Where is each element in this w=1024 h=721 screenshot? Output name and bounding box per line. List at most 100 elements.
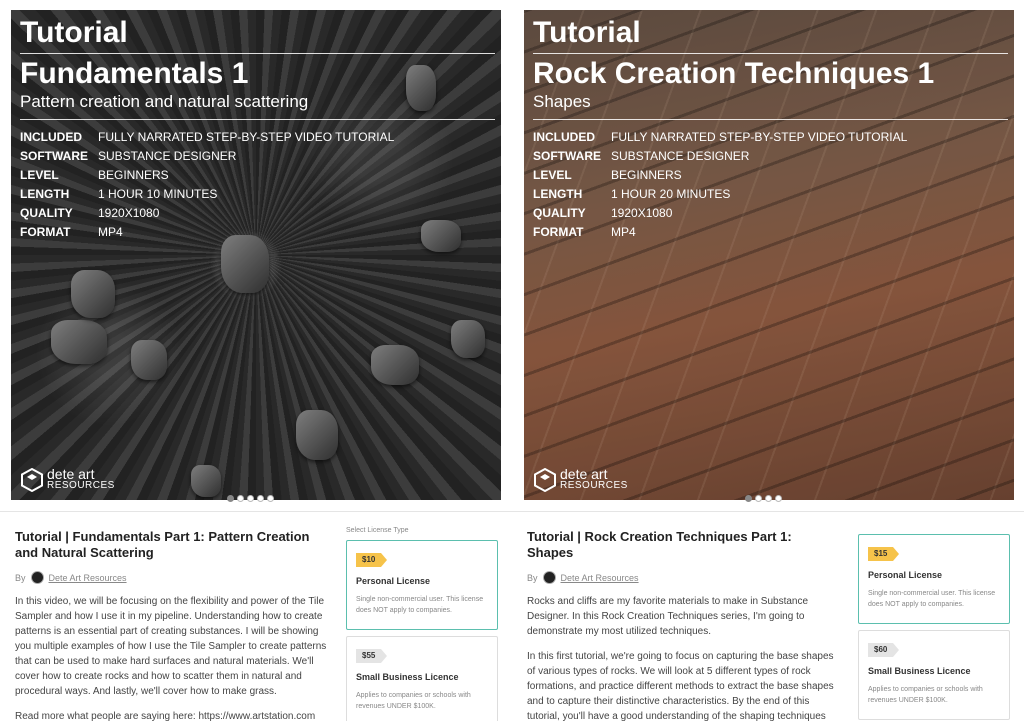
by-label: By [527,572,538,583]
spec-key: FORMAT [20,225,71,239]
spec-row-quality: QUALITY 1920X1080 [20,204,495,223]
license-option-small-business[interactable]: $60 Small Business Licence Applies to co… [858,630,1010,720]
spec-value: 1 HOUR 20 MINUTES [611,187,731,201]
carousel-dot[interactable] [267,495,274,502]
license-selector: $15 Personal License Single non-commerci… [858,534,1010,721]
logo-sub: RESOURCES [47,480,115,491]
license-desc: Applies to companies or schools with rev… [868,686,983,704]
spec-value: 1 HOUR 10 MINUTES [98,187,218,201]
spec-row-format: FORMAT MP4 [20,223,495,242]
product-fundamentals: Tutorial Fundamentals 1 Pattern creation… [0,0,512,721]
license-name: Personal License [356,576,431,586]
logo-sub: RESOURCES [560,480,628,491]
spec-value: FULLY NARRATED STEP-BY-STEP VIDEO TUTORI… [611,130,908,144]
hero-divider [533,53,1008,54]
spec-key: LEVEL [20,168,59,182]
hero-title: Rock Creation Techniques 1 [533,57,935,90]
description-paragraph: Rocks and cliffs are my favorite materia… [527,596,809,637]
description-paragraph: In this video, we will be focusing on th… [15,596,327,697]
license-selector: Select License Type $10 Personal License… [346,527,498,721]
hero-subtitle: Shapes [533,92,591,111]
hero-image-fundamentals[interactable]: Tutorial Fundamentals 1 Pattern creation… [11,10,501,500]
license-desc: Applies to companies or schools with rev… [356,692,471,710]
hero-image-rock-creation[interactable]: Tutorial Rock Creation Techniques 1 Shap… [524,10,1014,500]
carousel-dot[interactable] [765,495,772,502]
spec-key: QUALITY [20,206,73,220]
description-paragraph[interactable]: Read more what people are saying here: h… [15,709,327,721]
description-paragraph: In this first tutorial, we're going to f… [527,651,834,721]
spec-value: BEGINNERS [611,168,682,182]
spec-table: INCLUDED FULLY NARRATED STEP-BY-STEP VIDE… [533,128,1008,242]
spec-value: 1920X1080 [611,206,673,220]
hexagon-logo-icon [21,468,43,492]
spec-row-format: FORMAT MP4 [533,223,1008,242]
spec-row-software: SOFTWARE SUBSTANCE DESIGNER [533,147,1008,166]
price-tag: $55 [356,649,388,663]
product-rock-creation: Tutorial Rock Creation Techniques 1 Shap… [512,0,1024,721]
author-link[interactable]: Dete Art Resources [49,573,127,583]
hero-title: Fundamentals 1 [20,57,249,90]
brand-logo: dete art RESOURCES [21,466,115,492]
license-label: Select License Type [346,527,409,534]
spec-key: LEVEL [533,168,572,182]
spec-row-length: LENGTH 1 HOUR 10 MINUTES [20,185,495,204]
spec-key: FORMAT [533,225,584,239]
logo-name: dete art [560,466,608,482]
hero-tutorial-label: Tutorial [20,16,128,49]
carousel-dot[interactable] [227,495,234,502]
spec-row-quality: QUALITY 1920X1080 [533,204,1008,223]
license-name: Small Business Licence [868,666,971,676]
price-tag: $60 [868,643,900,657]
author-avatar[interactable] [30,571,44,584]
hero-content: Tutorial Fundamentals 1 Pattern creation… [20,16,495,242]
byline: By Dete Art Resources [527,571,839,584]
by-label: By [15,572,26,583]
carousel-dot[interactable] [755,495,762,502]
product-title[interactable]: Tutorial | Fundamentals Part 1: Pattern … [15,529,327,561]
product-info: Tutorial | Rock Creation Techniques Part… [527,529,839,721]
spec-key: INCLUDED [20,130,82,144]
logo-name: dete art [47,466,95,482]
product-title[interactable]: Tutorial | Rock Creation Techniques Part… [527,529,839,561]
spec-key: SOFTWARE [533,149,601,163]
product-description: In this video, we will be focusing on th… [15,594,327,721]
hero-subtitle: Pattern creation and natural scattering [20,92,309,111]
spec-value: SUBSTANCE DESIGNER [611,149,750,163]
section-divider [0,511,1024,512]
spec-row-length: LENGTH 1 HOUR 20 MINUTES [533,185,1008,204]
carousel-dot[interactable] [745,495,752,502]
spec-row-level: LEVEL BEGINNERS [20,166,495,185]
carousel-dots [745,495,782,502]
carousel-dot[interactable] [257,495,264,502]
license-option-personal[interactable]: $10 Personal License Single non-commerci… [346,540,498,630]
license-option-small-business[interactable]: $55 Small Business Licence Applies to co… [346,636,498,721]
author-link[interactable]: Dete Art Resources [561,573,639,583]
spec-value: 1920X1080 [98,206,160,220]
brand-logo: dete art RESOURCES [534,466,628,492]
price-tag: $10 [356,553,388,567]
carousel-dot[interactable] [247,495,254,502]
license-desc: Single non-commercial user. This license… [868,590,996,608]
spec-value: FULLY NARRATED STEP-BY-STEP VIDEO TUTORI… [98,130,395,144]
spec-key: LENGTH [533,187,583,201]
spec-key: INCLUDED [533,130,595,144]
license-option-personal[interactable]: $15 Personal License Single non-commerci… [858,534,1010,624]
hero-divider [20,53,495,54]
author-avatar[interactable] [542,571,556,584]
spec-value: SUBSTANCE DESIGNER [98,149,237,163]
spec-table: INCLUDED FULLY NARRATED STEP-BY-STEP VIDE… [20,128,495,242]
spec-key: LENGTH [20,187,70,201]
spec-row-level: LEVEL BEGINNERS [533,166,1008,185]
hexagon-logo-icon [534,468,556,492]
hero-tutorial-label: Tutorial [533,16,641,49]
product-info: Tutorial | Fundamentals Part 1: Pattern … [15,529,327,721]
price-tag: $15 [868,547,900,561]
carousel-dot[interactable] [775,495,782,502]
license-desc: Single non-commercial user. This license… [356,596,484,614]
carousel-dot[interactable] [237,495,244,502]
spec-value: MP4 [611,225,636,239]
license-name: Personal License [868,570,943,580]
carousel-dots [227,495,274,502]
hero-content: Tutorial Rock Creation Techniques 1 Shap… [533,16,1008,242]
spec-row-included: INCLUDED FULLY NARRATED STEP-BY-STEP VIDE… [533,128,1008,147]
